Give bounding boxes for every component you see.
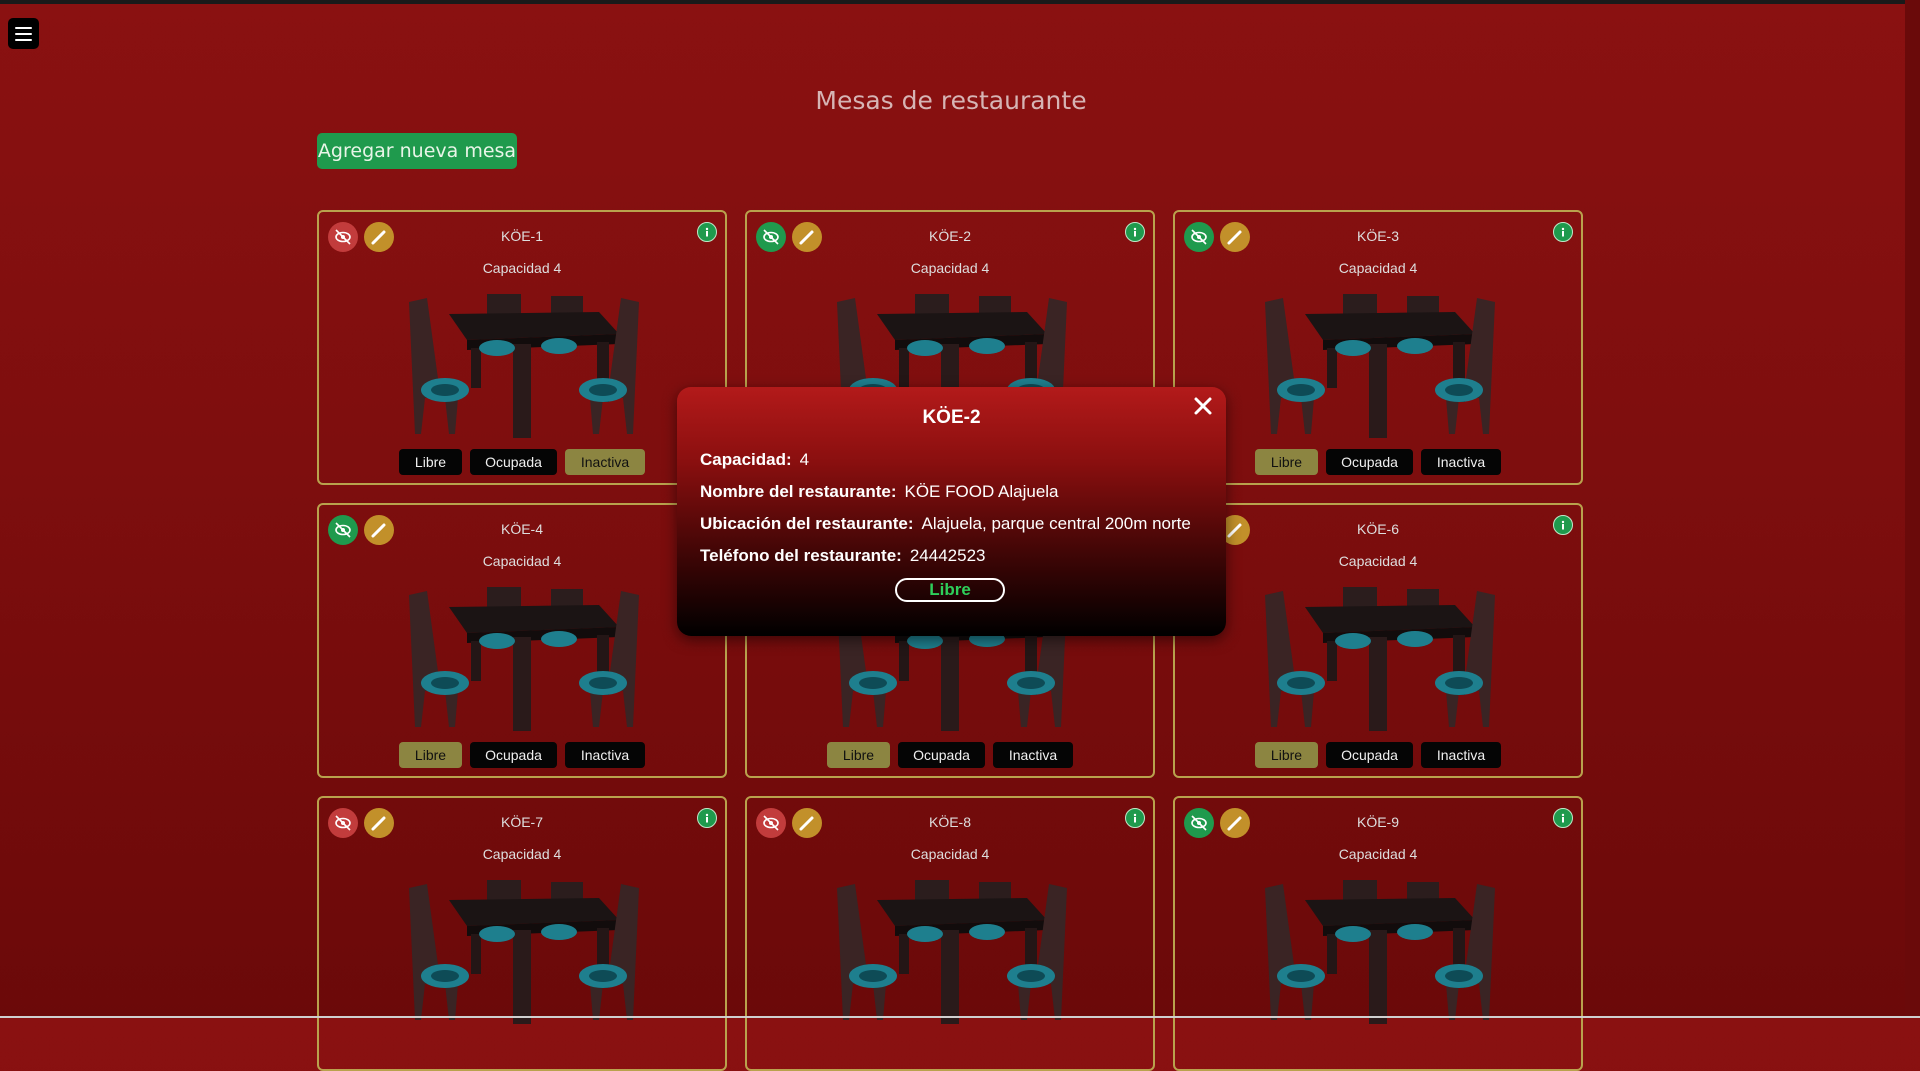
table-name: KÖE-3 [1356,228,1399,244]
modal-label: Ubicación del restaurante: [700,514,914,533]
status-buttons: Libre Ocupada Inactiva [1175,449,1581,475]
status-buttons: Libre Ocupada Inactiva [747,742,1153,768]
modal-status-badge: Libre [895,578,1005,602]
modal-row-capacity: Capacidad: 4 [700,450,809,470]
close-icon[interactable] [1192,395,1214,417]
table-card: KÖE-7 Capacidad 4 [317,796,727,1071]
modal-title: KÖE-2 [922,407,981,428]
table-image [1265,587,1495,731]
browser-top-line [0,0,1920,4]
modal-value: 4 [799,450,810,469]
table-capacity: Capacidad 4 [910,846,990,862]
status-button-ocupada[interactable]: Ocupada [470,742,557,768]
scrollbar[interactable] [1905,0,1920,1018]
table-capacity: Capacidad 4 [482,553,562,569]
table-name: KÖE-2 [928,228,971,244]
status-button-inactiva[interactable]: Inactiva [1421,742,1501,768]
status-button-inactiva[interactable]: Inactiva [565,742,645,768]
table-image [1265,294,1495,438]
table-capacity: Capacidad 4 [1338,553,1418,569]
table-image [1265,880,1495,1024]
table-capacity: Capacidad 4 [910,260,990,276]
modal-value: Alajuela, parque central 200m norte [921,514,1191,533]
table-image [837,880,1067,1024]
table-card: KÖE-4 Capacidad 4 Libre Ocupada Inactiva [317,503,727,778]
status-button-ocupada[interactable]: Ocupada [470,449,557,475]
table-card: KÖE-8 Capacidad 4 [745,796,1155,1071]
modal-label: Teléfono del restaurante: [700,546,902,565]
modal-value: KÖE FOOD Alajuela [904,482,1059,501]
table-info-modal: KÖE-2 Capacidad: 4 Nombre del restaurante… [677,387,1226,636]
table-name: KÖE-6 [1356,521,1399,537]
modal-label: Nombre del restaurante: [700,482,897,501]
modal-row-location: Ubicación del restaurante: Alajuela, parq… [700,514,1191,534]
table-image [409,294,639,438]
status-button-libre[interactable]: Libre [399,742,462,768]
table-card: KÖE-3 Capacidad 4 Libre Ocupada Inactiva [1173,210,1583,485]
status-button-libre[interactable]: Libre [399,449,462,475]
table-name: KÖE-7 [500,814,543,830]
table-card: KÖE-6 Capacidad 4 Libre Ocupada Inactiva [1173,503,1583,778]
hamburger-menu-icon[interactable] [8,18,39,49]
status-button-ocupada[interactable]: Ocupada [898,742,985,768]
table-capacity: Capacidad 4 [1338,260,1418,276]
table-capacity: Capacidad 4 [482,846,562,862]
modal-value: 24442523 [909,546,986,565]
page-title: Mesas de restaurante [815,86,1087,115]
table-image [409,587,639,731]
table-name: KÖE-1 [500,228,543,244]
status-button-inactiva[interactable]: Inactiva [993,742,1073,768]
status-button-ocupada[interactable]: Ocupada [1326,449,1413,475]
status-button-inactiva[interactable]: Inactiva [1421,449,1501,475]
status-button-libre[interactable]: Libre [1255,742,1318,768]
status-button-libre[interactable]: Libre [827,742,890,768]
table-capacity: Capacidad 4 [482,260,562,276]
status-buttons: Libre Ocupada Inactiva [319,449,725,475]
table-image [409,880,639,1024]
status-buttons: Libre Ocupada Inactiva [319,742,725,768]
table-name: KÖE-8 [928,814,971,830]
table-capacity: Capacidad 4 [1338,846,1418,862]
status-button-libre[interactable]: Libre [1255,449,1318,475]
status-buttons: Libre Ocupada Inactiva [1175,742,1581,768]
modal-label: Capacidad: [700,450,792,469]
status-button-ocupada[interactable]: Ocupada [1326,742,1413,768]
add-table-button[interactable]: Agregar nueva mesa [317,133,517,169]
table-card: KÖE-1 Capacidad 4 Libre Ocupada Inactiva [317,210,727,485]
modal-row-restaurant-name: Nombre del restaurante: KÖE FOOD Alajuela [700,482,1059,502]
table-name: KÖE-9 [1356,814,1399,830]
status-button-inactiva[interactable]: Inactiva [565,449,645,475]
table-name: KÖE-4 [500,521,543,537]
table-card: KÖE-9 Capacidad 4 [1173,796,1583,1071]
modal-row-phone: Teléfono del restaurante: 24442523 [700,546,985,566]
